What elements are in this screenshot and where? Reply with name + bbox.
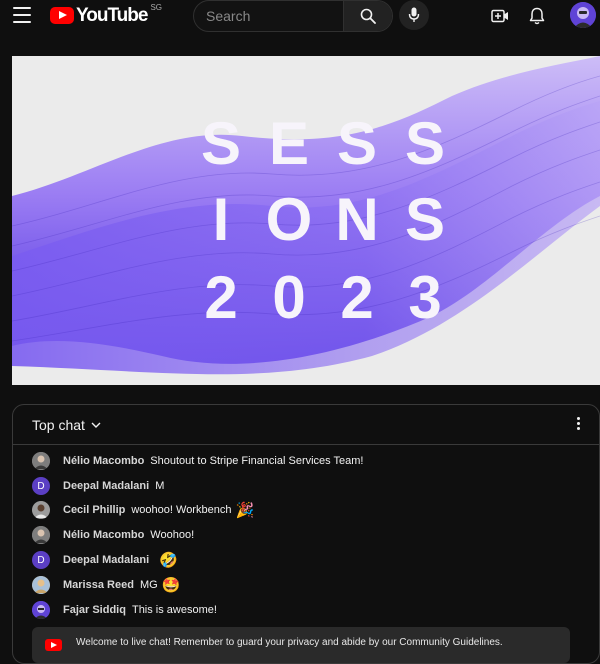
user-photo-icon — [32, 501, 50, 519]
welcome-banner: Welcome to live chat! Remember to guard … — [32, 627, 570, 663]
title-letter: I — [212, 186, 230, 253]
title-letter: S — [404, 186, 446, 253]
top-chat-dropdown[interactable]: Top chat — [32, 417, 101, 433]
message-author[interactable]: Marissa Reed — [63, 579, 134, 591]
chat-message: Fajar Siddiq This is awesome! — [32, 599, 217, 621]
notifications-button[interactable] — [524, 3, 550, 29]
title-letter: S — [336, 110, 378, 177]
avatar-icon — [570, 2, 596, 28]
user-photo-icon — [32, 526, 50, 544]
top-chat-label: Top chat — [32, 417, 85, 433]
create-button[interactable] — [487, 3, 513, 29]
chevron-down-icon — [91, 422, 101, 428]
chat-message: D Deepal Madalani M — [32, 475, 164, 497]
title-line-2: IONS — [187, 190, 459, 250]
user-photo-icon — [32, 452, 50, 470]
message-text: This is awesome! — [131, 604, 217, 616]
youtube-logo[interactable]: YouTube SG — [50, 3, 163, 27]
message-author[interactable]: Deepal Madalani — [63, 480, 149, 492]
message-author[interactable]: Nélio Macombo — [63, 455, 144, 467]
party-popper-emoji: 🎉 — [235, 502, 255, 519]
video-title-overlay: SESS IONS 2023 — [12, 56, 600, 385]
title-letter: 2 — [340, 264, 374, 331]
account-avatar[interactable] — [570, 2, 596, 28]
chat-message: Cecil Phillip woohoo! Workbench 🎉 — [32, 499, 254, 521]
avatar[interactable] — [32, 452, 50, 470]
star-struck-emoji: 🤩 — [161, 577, 181, 594]
user-photo-icon — [32, 601, 50, 619]
message-author[interactable]: Fajar Siddiq — [63, 604, 126, 616]
search-box — [193, 0, 393, 32]
chat-message: Nélio Macombo Woohoo! — [32, 524, 194, 546]
message-text: MG — [139, 579, 158, 591]
voice-search-button[interactable] — [399, 0, 429, 30]
chat-header: Top chat — [13, 405, 599, 445]
avatar[interactable] — [32, 526, 50, 544]
title-letter: N — [335, 186, 379, 253]
rolling-laughing-emoji: 🤣 — [159, 552, 178, 569]
bell-icon — [529, 7, 545, 25]
chat-message: Marissa Reed MG 🤩 — [32, 574, 180, 596]
title-letter: 2 — [204, 264, 238, 331]
title-letter: E — [268, 110, 310, 177]
message-author[interactable]: Deepal Madalani — [63, 554, 149, 566]
search-icon — [360, 8, 376, 24]
message-text: woohoo! Workbench — [131, 504, 232, 516]
title-letter: S — [200, 110, 242, 177]
chat-message: D Deepal Madalani 🤣 — [32, 549, 178, 571]
avatar[interactable]: D — [32, 551, 50, 569]
avatar[interactable] — [32, 501, 50, 519]
avatar[interactable]: D — [32, 477, 50, 495]
title-letter: 0 — [272, 264, 306, 331]
live-chat-panel: Top chat Nélio Macombo Shoutout to Strip… — [12, 404, 600, 664]
message-author[interactable]: Nélio Macombo — [63, 529, 144, 541]
chat-message: Nélio Macombo Shoutout to Stripe Financi… — [32, 450, 363, 472]
logo-text: YouTube — [76, 5, 148, 26]
youtube-icon — [45, 639, 62, 651]
message-text: Woohoo! — [150, 529, 195, 541]
avatar[interactable] — [32, 576, 50, 594]
welcome-text: Welcome to live chat! Remember to guard … — [76, 637, 503, 648]
avatar[interactable] — [32, 601, 50, 619]
region-code: SG — [150, 3, 163, 12]
search-input[interactable] — [194, 1, 344, 31]
chat-more-options-icon[interactable] — [575, 417, 581, 433]
title-letter: 3 — [408, 264, 442, 331]
top-bar: YouTube SG — [0, 0, 600, 32]
message-text: M — [155, 480, 165, 492]
create-video-icon — [491, 9, 508, 23]
title-line-1: SESS — [187, 114, 459, 174]
youtube-play-icon — [50, 7, 74, 24]
title-line-3: 2023 — [187, 268, 459, 328]
search-button[interactable] — [343, 1, 392, 31]
microphone-icon — [408, 7, 420, 22]
title-letter: S — [404, 110, 446, 177]
video-player[interactable]: SESS IONS 2023 — [12, 56, 600, 385]
menu-icon[interactable] — [13, 7, 31, 23]
user-photo-icon — [32, 576, 50, 594]
message-text: Shoutout to Stripe Financial Services Te… — [150, 455, 364, 467]
message-author[interactable]: Cecil Phillip — [63, 504, 125, 516]
title-letter: O — [265, 186, 313, 253]
